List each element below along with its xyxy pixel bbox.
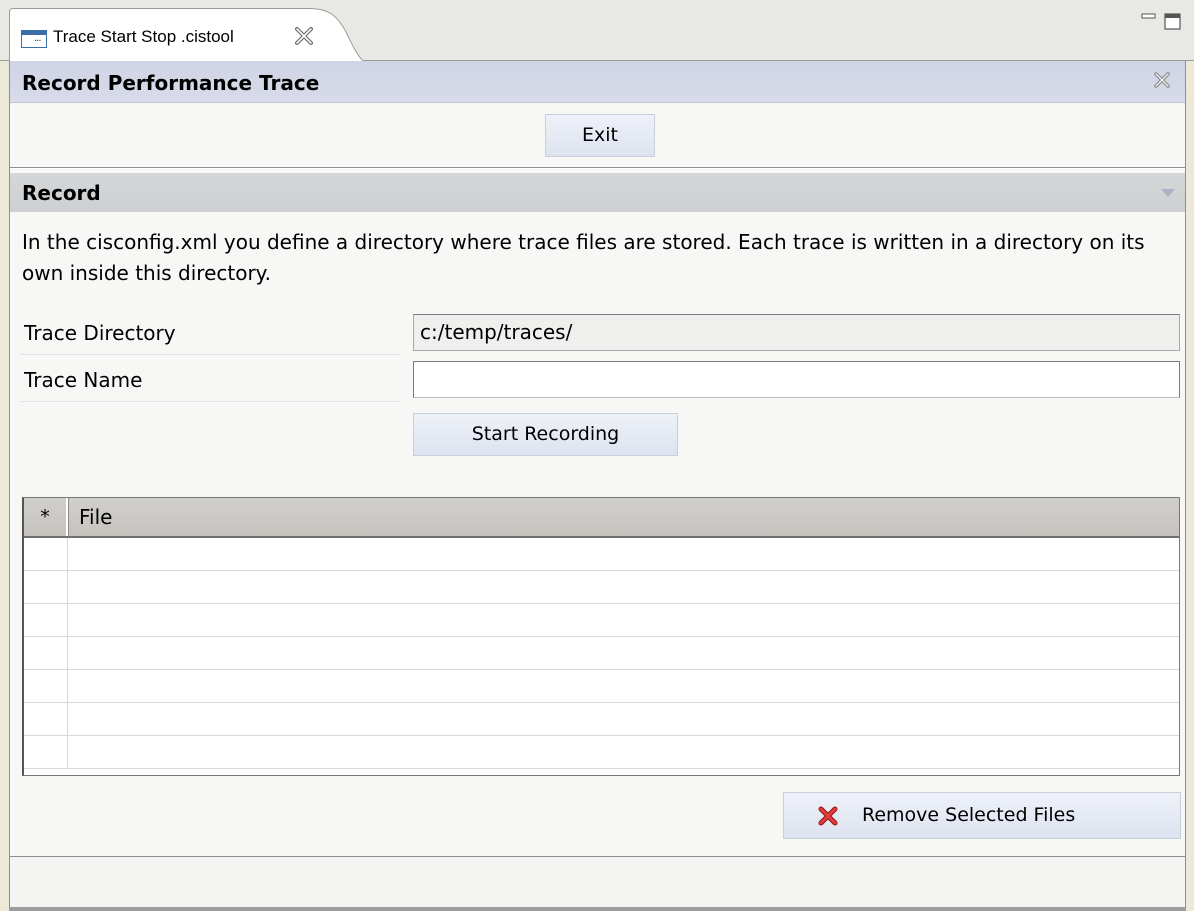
- panel-bottom-border: [9, 907, 1186, 911]
- remove-selected-files-label: Remove Selected Files: [862, 804, 1076, 826]
- record-trace-form: Record Performance Trace Exit Record In …: [9, 61, 1186, 909]
- maximize-icon[interactable]: [1163, 10, 1183, 32]
- form-title: Record Performance Trace: [22, 71, 320, 95]
- collapse-arrow-icon[interactable]: [1161, 189, 1175, 197]
- table-row[interactable]: [24, 637, 1179, 670]
- form-header: Record Performance Trace: [10, 61, 1185, 103]
- table-cell: [24, 637, 68, 669]
- editor-tab[interactable]: Trace Start Stop .cistool: [9, 8, 364, 61]
- table-cell: [24, 736, 68, 768]
- table-row[interactable]: [24, 670, 1179, 703]
- table-cell: [24, 604, 68, 636]
- close-x-icon[interactable]: [294, 26, 314, 46]
- trace-directory-field: c:/temp/traces/: [413, 314, 1180, 351]
- divider: [10, 167, 1185, 169]
- column-header-file[interactable]: File: [79, 498, 112, 536]
- table-cell: [24, 703, 68, 735]
- minimize-icon[interactable]: [1139, 10, 1159, 32]
- editor-window: Trace Start Stop .cistool Record Perform…: [0, 0, 1194, 911]
- record-description: In the cisconfig.xml you define a direct…: [22, 230, 1145, 285]
- table-row[interactable]: [24, 538, 1179, 571]
- file-table-header: * File: [24, 498, 1179, 538]
- record-section-header[interactable]: Record: [10, 173, 1185, 212]
- file-table[interactable]: * File: [22, 497, 1180, 776]
- remove-selected-files-button[interactable]: Remove Selected Files: [783, 792, 1181, 839]
- table-cell: [24, 538, 68, 570]
- exit-button[interactable]: Exit: [545, 114, 655, 157]
- status-bar: [10, 856, 1185, 909]
- table-cell: [24, 571, 68, 603]
- editor-tab-title: Trace Start Stop .cistool: [53, 27, 234, 46]
- table-row[interactable]: [24, 604, 1179, 637]
- table-row[interactable]: [24, 571, 1179, 604]
- trace-name-input[interactable]: [413, 361, 1180, 398]
- editor-file-icon: [21, 30, 47, 48]
- table-cell: [24, 670, 68, 702]
- editor-tab-bar: Trace Start Stop .cistool: [0, 0, 1194, 61]
- column-header-selection[interactable]: *: [24, 498, 69, 536]
- red-x-delete-icon: [818, 806, 838, 826]
- trace-name-label: Trace Name: [20, 358, 400, 402]
- table-row[interactable]: [24, 703, 1179, 736]
- form-close-icon[interactable]: [1153, 71, 1171, 89]
- record-section-title: Record: [22, 181, 101, 205]
- table-row[interactable]: [24, 736, 1179, 769]
- start-recording-button[interactable]: Start Recording: [413, 413, 678, 456]
- trace-directory-label: Trace Directory: [20, 311, 400, 355]
